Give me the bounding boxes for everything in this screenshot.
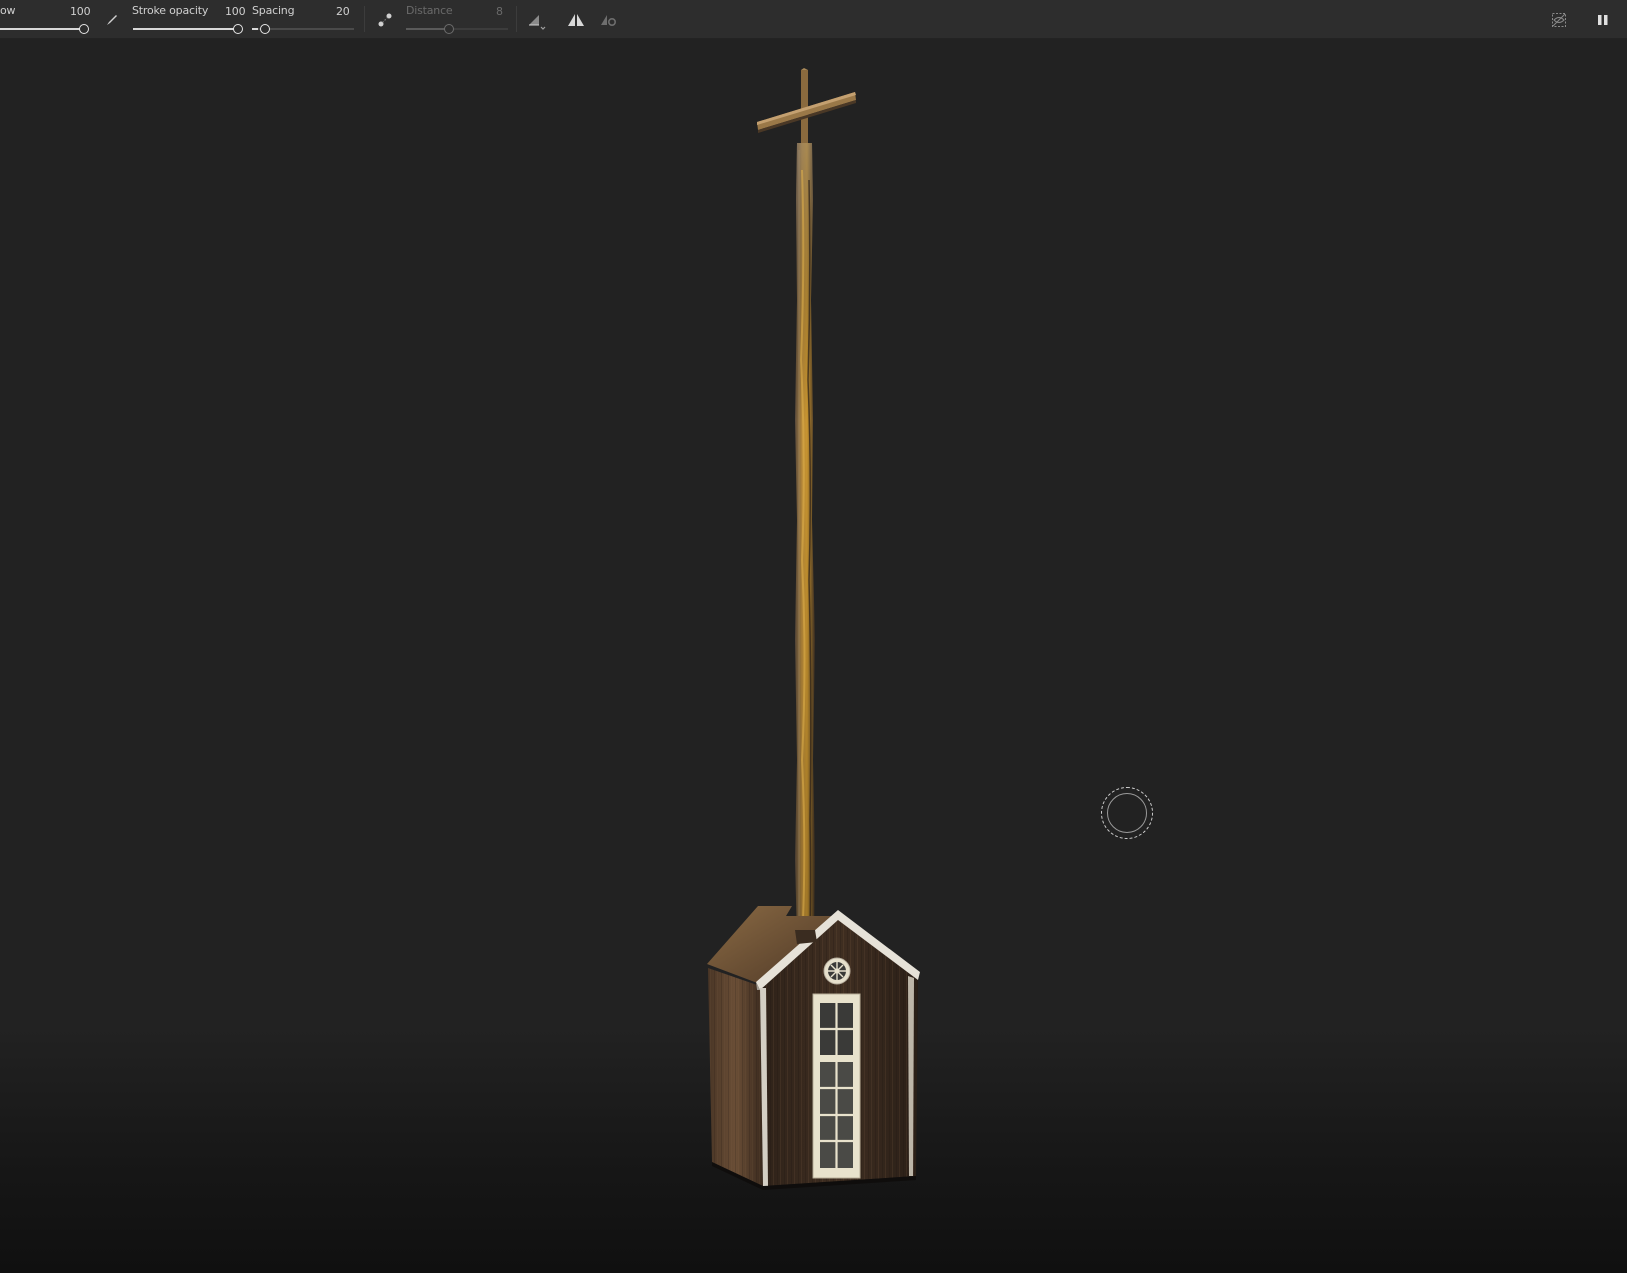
spacing-slider-thumb[interactable] — [260, 24, 270, 34]
alignment-icon[interactable] — [526, 10, 548, 32]
church-model[interactable] — [0, 39, 1627, 1273]
distance-slider-thumb[interactable] — [444, 24, 454, 34]
toolbar-separator — [516, 6, 517, 32]
flow-slider[interactable] — [0, 24, 89, 34]
context-toolbar: ow 100 Stroke opacity 100 Spacing 20 Dis… — [0, 0, 1627, 39]
flow-slider-fill — [0, 28, 85, 30]
spire — [795, 143, 815, 938]
stroke-opacity-slider-thumb[interactable] — [233, 24, 243, 34]
toolbar-separator — [364, 6, 365, 32]
3d-viewport[interactable] — [0, 39, 1627, 1273]
stroke-opacity-slider-fill — [133, 28, 241, 30]
brush-icon[interactable] — [104, 12, 120, 28]
symmetry-settings-icon[interactable] — [598, 10, 620, 30]
front-door — [812, 993, 861, 1179]
stroke-opacity-value[interactable]: 100 — [225, 5, 246, 18]
spacing-slider[interactable] — [252, 24, 354, 34]
pause-icon[interactable] — [1593, 9, 1613, 31]
hide-selection-icon[interactable] — [1548, 9, 1570, 31]
distance-slider-fill — [406, 28, 448, 30]
brush-cursor — [1101, 787, 1153, 839]
rose-window — [823, 957, 851, 985]
flow-label: ow — [0, 4, 16, 17]
flow-value[interactable]: 100 — [70, 5, 91, 18]
stroke-opacity-slider[interactable] — [133, 24, 243, 34]
spacing-value[interactable]: 20 — [336, 5, 350, 18]
symmetry-icon[interactable] — [565, 10, 587, 30]
flow-slider-thumb[interactable] — [79, 24, 89, 34]
distance-slider[interactable] — [406, 24, 508, 34]
church-building — [707, 906, 920, 1190]
lazy-mouse-icon[interactable] — [376, 11, 394, 29]
stroke-opacity-label: Stroke opacity — [132, 4, 209, 17]
brush-cursor-inner — [1107, 793, 1147, 833]
spacing-slider-fill — [252, 28, 258, 30]
cross — [757, 68, 856, 143]
spacing-label: Spacing — [252, 4, 295, 17]
painter-app: ow 100 Stroke opacity 100 Spacing 20 Dis… — [0, 0, 1627, 1273]
distance-value[interactable]: 8 — [496, 5, 503, 18]
distance-label: Distance — [406, 4, 453, 17]
